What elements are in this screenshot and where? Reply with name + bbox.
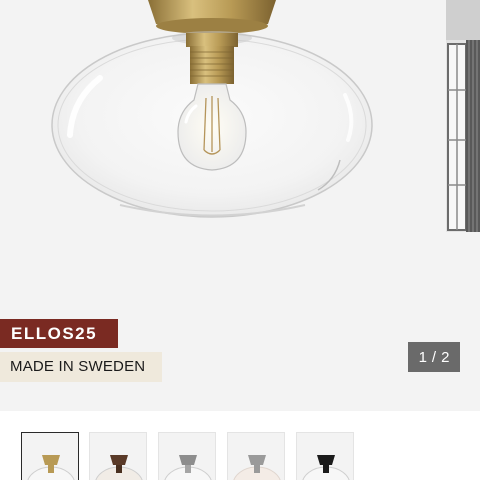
thumbnail-brown[interactable] xyxy=(89,432,147,480)
image-counter: 1 / 2 xyxy=(408,342,460,372)
thumbnail-black[interactable] xyxy=(296,432,354,480)
next-image-preview[interactable] xyxy=(446,0,480,232)
thumbnail-lamp-image xyxy=(302,455,350,480)
image-counter-total: 2 xyxy=(441,348,450,366)
thumbnail-lamp-image xyxy=(27,455,75,480)
thumbnail-opal-silver[interactable] xyxy=(227,432,285,480)
product-image-gallery[interactable]: ELLOS25 MADE IN SWEDEN 1 / 2 xyxy=(0,0,480,411)
thumbnail-chrome[interactable] xyxy=(158,432,216,480)
image-counter-current: 1 xyxy=(418,348,427,366)
thumbnail-lamp-image xyxy=(164,455,212,480)
made-in-badge: MADE IN SWEDEN xyxy=(0,352,162,382)
image-counter-separator: / xyxy=(431,348,437,366)
thumbnail-brass[interactable] xyxy=(21,432,79,480)
thumbnail-lamp-image xyxy=(233,455,281,480)
thumbnail-lamp-image xyxy=(95,455,143,480)
variant-thumbnail-strip xyxy=(0,411,480,480)
discount-code-badge: ELLOS25 xyxy=(0,319,118,348)
product-image-pendant-lamp[interactable] xyxy=(0,0,440,300)
